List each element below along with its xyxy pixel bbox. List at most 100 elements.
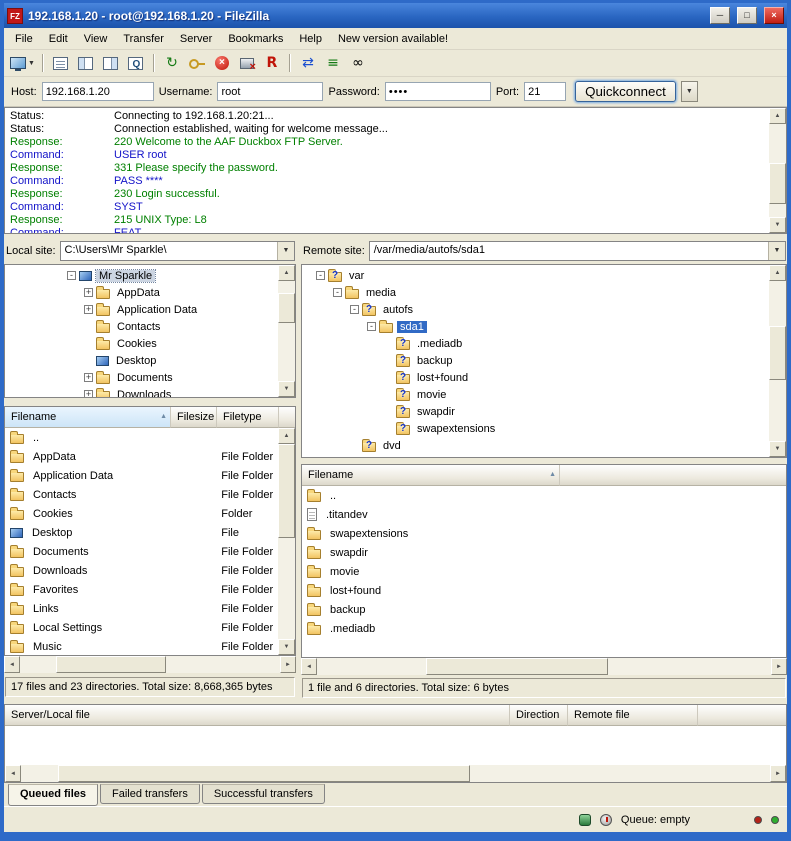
tree-item-dvd[interactable]: dvd [316,437,769,454]
column-header-direction[interactable]: Direction [510,705,568,726]
scroll-up-button[interactable]: ▲ [769,265,786,281]
collapse-icon[interactable]: - [350,305,359,314]
tree-item-backup[interactable]: backup [316,352,769,369]
column-header-filesize[interactable]: Filesize [171,407,217,428]
tree-item-sda1[interactable]: -sda1 [316,318,769,335]
speed-limits-icon[interactable] [600,814,612,826]
column-header-filename[interactable]: Filename▲ [302,465,560,486]
tree-item-desktop[interactable]: Desktop [67,352,278,369]
local-site-combobox[interactable]: C:\Users\Mr Sparkle\ ▼ [60,241,295,261]
toolbar-synchronized-browsing-button[interactable]: ⇄ [296,52,320,75]
tab-queued-files[interactable]: Queued files [8,784,98,806]
column-header-server-local-file[interactable]: Server/Local file [5,705,510,726]
title-bar[interactable]: FZ 192.168.1.20 - root@192.168.1.20 - Fi… [4,3,787,28]
column-header-filename[interactable]: Filename▲ [5,407,171,428]
list-item-swapdir[interactable]: swapdir [302,543,786,562]
tree-item-lost-found[interactable]: lost+found [316,369,769,386]
local-tree-splitter[interactable] [4,398,296,406]
scrollbar-thumb[interactable] [58,765,470,782]
list-item-documents[interactable]: DocumentsFile Folder [5,542,278,561]
scroll-up-button[interactable]: ▲ [278,428,295,444]
toolbar-refresh-button[interactable]: ↻ [160,52,184,75]
toolbar-disconnect-button[interactable] [235,52,259,75]
horizontal-scrollbar[interactable]: ◄► [301,658,787,675]
tree-item-documents[interactable]: +Documents [67,369,278,386]
menu-item-server[interactable]: Server [172,29,220,49]
port-input[interactable] [524,82,566,101]
menu-item-new-version-available[interactable]: New version available! [330,29,456,49]
chevron-down-icon[interactable]: ▼ [28,60,35,67]
maximize-button[interactable]: □ [737,7,757,24]
menu-item-edit[interactable]: Edit [41,29,76,49]
toolbar-process-queue-button[interactable] [185,52,209,75]
menu-item-bookmarks[interactable]: Bookmarks [220,29,291,49]
menu-item-view[interactable]: View [76,29,116,49]
collapse-icon[interactable]: - [367,322,376,331]
encryption-status-icon[interactable] [579,814,591,826]
remote-site-combobox[interactable]: /var/media/autofs/sda1 ▼ [369,241,786,261]
scroll-down-button[interactable]: ▼ [769,441,786,457]
toolbar-reconnect-button[interactable]: R [260,52,284,75]
scrollbar-thumb[interactable] [426,658,608,675]
minimize-button[interactable]: ─ [710,7,730,24]
vertical-scrollbar[interactable]: ▲▼ [769,108,786,233]
scroll-down-button[interactable]: ▼ [769,217,786,233]
expand-icon[interactable]: + [84,305,93,314]
list-item-contacts[interactable]: ContactsFile Folder [5,485,278,504]
scroll-right-button[interactable]: ► [280,656,296,673]
collapse-icon[interactable]: - [316,271,325,280]
tree-item-swapextensions[interactable]: swapextensions [316,420,769,437]
list-item-swapextensions[interactable]: swapextensions [302,524,786,543]
list-item-item[interactable]: .. [5,428,278,447]
scrollbar-track[interactable] [278,281,295,381]
scrollbar-track[interactable] [317,658,771,675]
list-item-item[interactable]: .. [302,486,786,505]
scrollbar-thumb[interactable] [278,444,295,538]
scrollbar-track[interactable] [769,124,786,217]
quickconnect-button[interactable]: Quickconnect [575,81,676,102]
toolbar-site-manager-button[interactable]: ▼ [8,52,37,75]
list-item-application-data[interactable]: Application DataFile Folder [5,466,278,485]
list-item-titandev[interactable]: .titandev [302,505,786,524]
scrollbar-thumb[interactable] [769,326,786,380]
username-input[interactable] [217,82,323,101]
scroll-right-button[interactable]: ► [771,658,787,675]
tree-item-var[interactable]: -var [316,267,769,284]
scrollbar-thumb[interactable] [769,163,786,204]
list-item-backup[interactable]: backup [302,600,786,619]
scroll-left-button[interactable]: ◄ [5,765,21,782]
expand-icon[interactable]: + [84,390,93,397]
scrollbar-thumb[interactable] [56,656,165,673]
tree-item-downloads[interactable]: +Downloads [67,386,278,397]
host-input[interactable] [42,82,154,101]
expand-icon[interactable]: + [84,288,93,297]
tree-item-mediadb[interactable]: .mediadb [316,335,769,352]
vertical-scrollbar[interactable]: ▲▼ [769,265,786,457]
tree-item-appdata[interactable]: +AppData [67,284,278,301]
list-item-desktop[interactable]: DesktopFile [5,523,278,542]
quickconnect-dropdown-button[interactable]: ▼ [681,81,698,102]
list-item-appdata[interactable]: AppDataFile Folder [5,447,278,466]
tree-item-autofs[interactable]: -autofs [316,301,769,318]
tree-item-contacts[interactable]: Contacts [67,318,278,335]
tree-item-movie[interactable]: movie [316,386,769,403]
menu-item-file[interactable]: File [7,29,41,49]
toolbar-directory-comparison-button[interactable]: ≡ [321,52,345,75]
scrollbar-track[interactable] [278,444,295,639]
scroll-right-button[interactable]: ► [770,765,786,782]
vertical-scrollbar[interactable]: ▲▼ [278,428,295,655]
list-item-cookies[interactable]: CookiesFolder [5,504,278,523]
toolbar-toggle-local-tree-button[interactable] [74,52,98,75]
scroll-down-button[interactable]: ▼ [278,381,295,397]
toolbar-toggle-message-log-button[interactable] [49,52,73,75]
scroll-up-button[interactable]: ▲ [278,265,295,281]
menu-item-help[interactable]: Help [291,29,330,49]
scrollbar-thumb[interactable] [278,293,295,323]
list-item-lost-found[interactable]: lost+found [302,581,786,600]
scrollbar-track[interactable] [21,765,770,782]
list-item-links[interactable]: LinksFile Folder [5,599,278,618]
column-header-filetype[interactable]: Filetype [217,407,279,428]
list-item-mediadb[interactable]: .mediadb [302,619,786,638]
password-input[interactable] [385,82,491,101]
local-site-dropdown-button[interactable]: ▼ [277,242,294,260]
